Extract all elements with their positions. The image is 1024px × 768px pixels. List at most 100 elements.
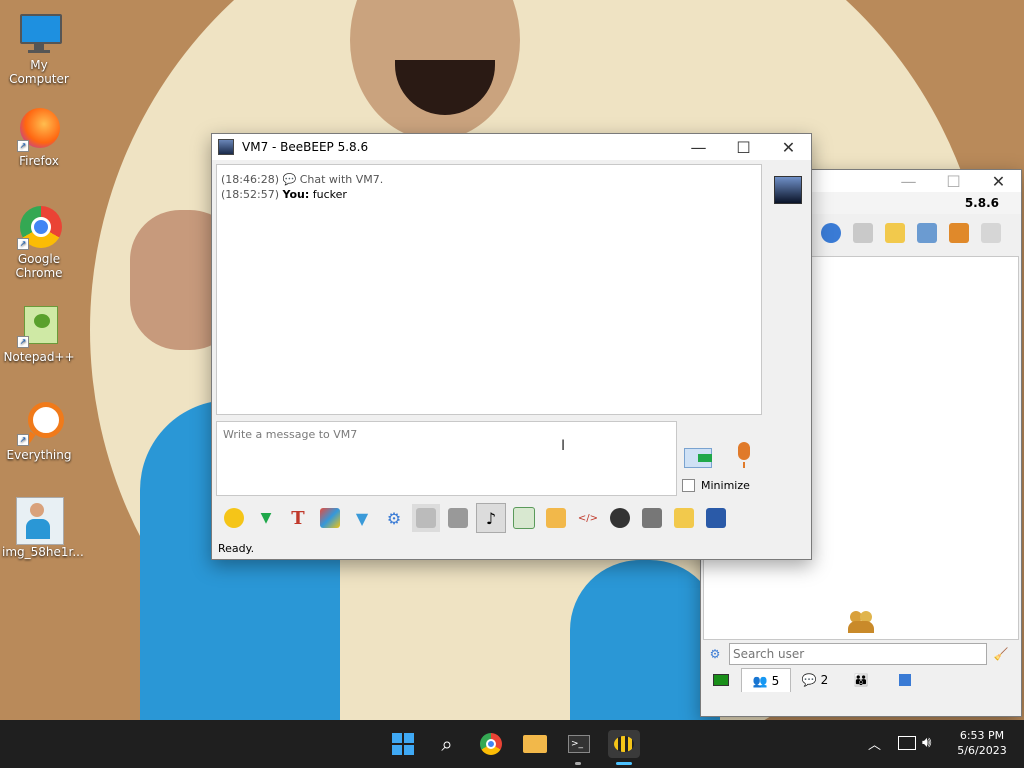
code-icon: </> xyxy=(577,512,599,524)
taskbar: ⌕ >_ ︿ 🔊︎ 6:53 PM 5/6/2023 xyxy=(0,720,1024,768)
clock-date: 5/6/2023 xyxy=(957,744,1007,757)
green-arrow-down-icon: ▼ xyxy=(260,510,272,526)
message-sender: You: xyxy=(282,188,310,201)
filter-button[interactable]: ▼ xyxy=(348,504,376,532)
taskbar-chrome[interactable] xyxy=(477,730,505,758)
desktop-icon-everything[interactable]: ↗ Everything xyxy=(2,400,76,462)
html-button[interactable]: </> xyxy=(574,504,602,532)
desktop-icon-label: Notepad++ xyxy=(3,350,75,364)
avatar[interactable] xyxy=(774,176,802,204)
desktop-icon-label: img_58he1r... xyxy=(2,545,84,559)
desktop-icon-image-file[interactable]: img_58he1r... xyxy=(2,497,84,559)
desktop-icon-my-computer[interactable]: My Computer xyxy=(2,10,76,86)
tab-network[interactable] xyxy=(701,668,741,692)
font-icon: T xyxy=(291,507,305,529)
clear-broom-icon[interactable]: 🧹 xyxy=(987,647,1015,661)
tab-users-count: 5 xyxy=(771,673,780,688)
tab-chats-count: 2 xyxy=(820,673,829,687)
taskbar-terminal[interactable]: >_ xyxy=(565,730,593,758)
show-emoticons-button[interactable]: ▼ xyxy=(252,504,280,532)
message-input-box[interactable]: Write a message to VM7 I xyxy=(216,421,677,496)
taskbar-beebeep[interactable] xyxy=(608,730,640,758)
tab-files[interactable] xyxy=(883,668,927,692)
chat-window-titlebar[interactable]: VM7 - BeeBEEP 5.8.6 — ☐ ✕ xyxy=(212,134,811,160)
maximize-button[interactable]: ☐ xyxy=(721,138,766,157)
files-icon xyxy=(899,674,911,686)
camera-icon xyxy=(610,508,630,528)
chat-bubble-icon: 💬 xyxy=(282,173,297,186)
font-color-button[interactable] xyxy=(316,504,344,532)
edit-button[interactable] xyxy=(670,504,698,532)
message-icon[interactable] xyxy=(849,219,877,247)
desktop-icon-label: My Computer xyxy=(9,58,69,86)
text-cursor-icon: I xyxy=(561,438,566,454)
monitor-icon xyxy=(16,10,62,56)
settings-button[interactable]: ⚙ xyxy=(380,504,408,532)
desktop-icon-notepadpp[interactable]: ↗ Notepad++ xyxy=(2,302,76,364)
window-title: VM7 - BeeBEEP 5.8.6 xyxy=(242,140,369,154)
chevron-up-icon[interactable]: ︿ xyxy=(868,734,881,753)
minimize-button[interactable]: — xyxy=(886,172,931,191)
screenshot-button[interactable] xyxy=(606,504,634,532)
bee-icon xyxy=(614,736,634,752)
folder-icon xyxy=(523,735,547,753)
save-button[interactable] xyxy=(702,504,730,532)
minimize-checkbox[interactable] xyxy=(682,479,695,492)
emoji-button[interactable] xyxy=(220,504,248,532)
clock[interactable]: 6:53 PM 5/6/2023 xyxy=(944,728,1020,758)
tab-users[interactable]: 👥 5 xyxy=(741,668,791,692)
close-button[interactable]: ✕ xyxy=(766,138,811,157)
spellcheck-button[interactable] xyxy=(412,504,440,532)
filter-icon: ▼ xyxy=(355,508,369,528)
search-user-input[interactable] xyxy=(729,643,987,665)
wallpaper-character-body-right xyxy=(570,560,720,720)
magnifier-icon: ↗ xyxy=(16,400,64,447)
trash-icon[interactable] xyxy=(977,219,1005,247)
tab-chats[interactable]: 💬 2 xyxy=(791,668,839,692)
microphone-icon xyxy=(738,442,750,460)
chrome-icon: ↗ xyxy=(16,204,62,250)
clear-history-button[interactable] xyxy=(638,504,666,532)
search-button[interactable]: ⌕ xyxy=(433,730,461,758)
user-avatar-strip xyxy=(768,162,808,497)
search-icon: ⌕ xyxy=(441,732,453,756)
send-button[interactable] xyxy=(684,444,716,470)
taskbar-file-explorer[interactable] xyxy=(521,730,549,758)
volume-icon[interactable]: 🔊︎ xyxy=(922,733,931,751)
network-icon[interactable] xyxy=(817,219,845,247)
chat-window[interactable]: VM7 - BeeBEEP 5.8.6 — ☐ ✕ (18:46:28) 💬 C… xyxy=(211,133,812,560)
desktop-icon-firefox[interactable]: ↗ Firefox xyxy=(2,106,76,168)
desktop-icon-google-chrome[interactable]: ↗ Google Chrome xyxy=(2,204,76,280)
color-pen-icon xyxy=(320,508,340,528)
upload-icon[interactable] xyxy=(945,219,973,247)
tools-icon[interactable] xyxy=(913,219,941,247)
edit-pen-icon[interactable] xyxy=(881,219,909,247)
tab-groups[interactable]: 👪 xyxy=(839,668,883,692)
message-input[interactable]: Write a message to VM7 xyxy=(223,428,357,441)
chat-toolbar: ▼ T ▼ ⚙ ♪ </> xyxy=(220,501,734,535)
close-button[interactable]: ✕ xyxy=(976,172,1021,191)
word-completer-button[interactable] xyxy=(444,504,472,532)
clock-time: 6:53 PM xyxy=(959,729,1005,742)
maximize-button[interactable]: ☐ xyxy=(931,172,976,191)
chat-message: (18:52:57) You: fucker xyxy=(221,188,757,201)
image-thumbnail-icon xyxy=(16,497,64,545)
desktop-icon-label: Firefox xyxy=(19,154,59,168)
spellcheck-icon xyxy=(416,508,436,528)
gear-icon[interactable]: ⚙ xyxy=(701,647,729,661)
app-icon xyxy=(218,139,234,155)
font-button[interactable]: T xyxy=(284,504,312,532)
network-icon[interactable] xyxy=(898,736,916,750)
sound-button[interactable]: ♪ xyxy=(476,503,506,533)
send-folder-button[interactable] xyxy=(542,504,570,532)
minimize-button[interactable]: — xyxy=(676,138,721,157)
message-text: fucker xyxy=(312,188,347,201)
start-button[interactable] xyxy=(389,730,417,758)
chat-history[interactable]: (18:46:28) 💬 Chat with VM7. (18:52:57) Y… xyxy=(216,164,762,415)
chats-icon: 💬 xyxy=(801,673,817,687)
send-file-button[interactable] xyxy=(510,504,538,532)
save-icon xyxy=(706,508,726,528)
beebeep-active-indicator xyxy=(616,762,632,765)
status-bar: Ready. xyxy=(218,542,255,555)
microphone-button[interactable] xyxy=(734,442,754,472)
